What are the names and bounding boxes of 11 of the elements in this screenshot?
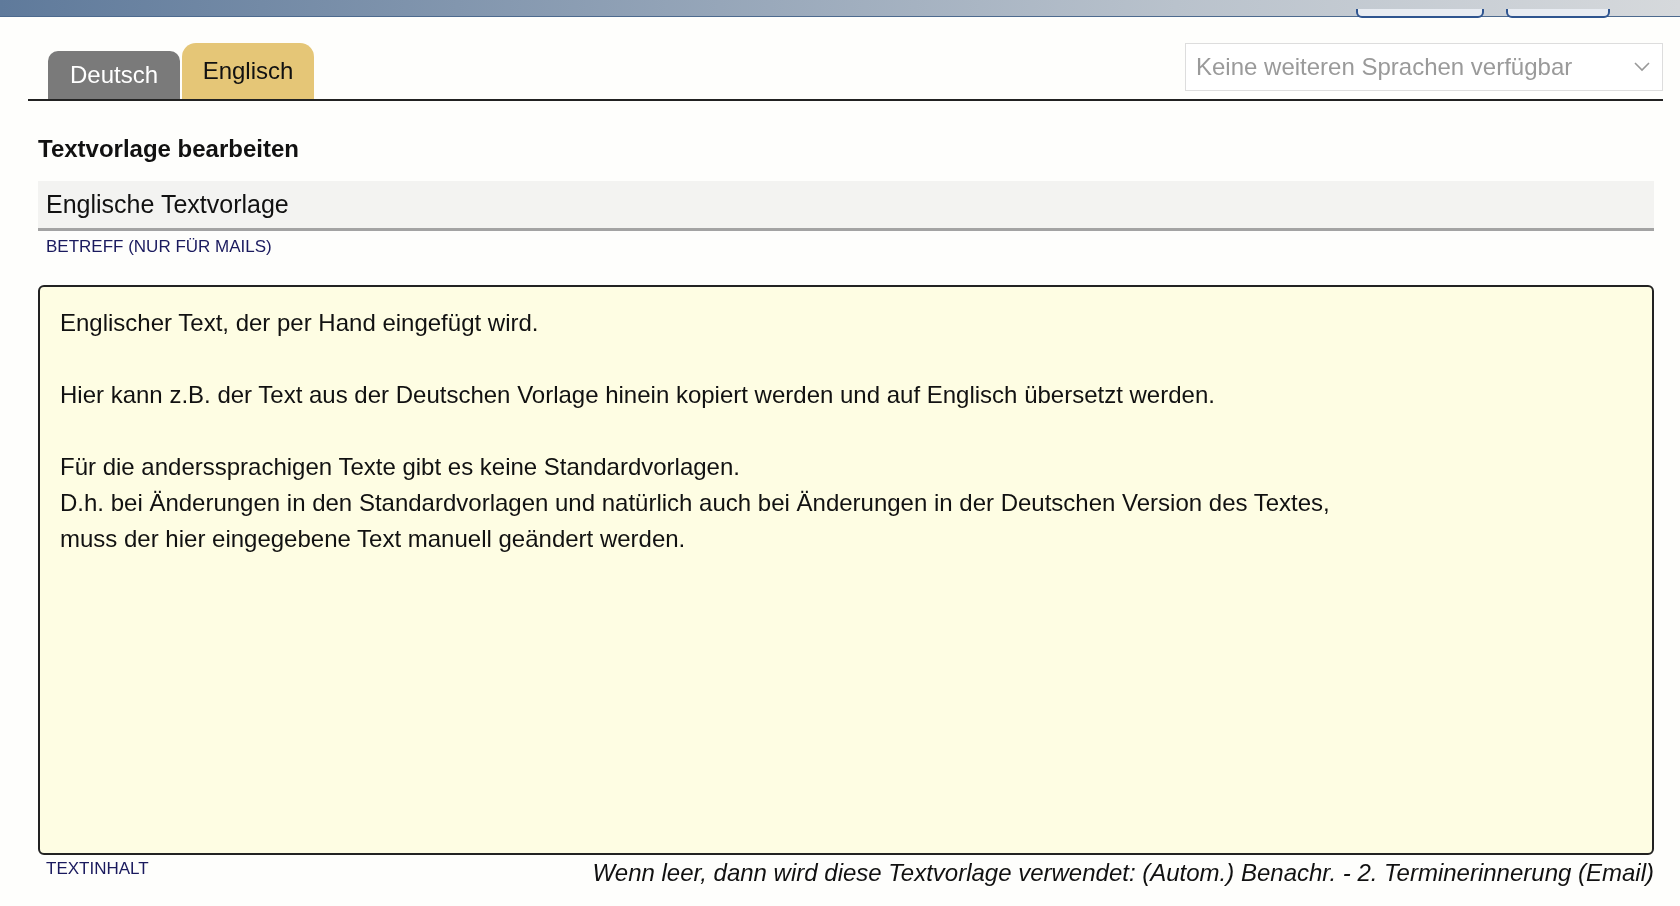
language-tab[interactable]: Englisch [182,43,314,99]
toolbar-button[interactable] [1356,9,1484,18]
toolbar-button[interactable] [1506,9,1610,18]
chevron-down-icon [1634,62,1650,72]
fallback-hint: Wenn leer, dann wird diese Textvorlage verwendet: (Autom.) Benachr. - 2. Terminerinnerung (Email) [592,859,1654,887]
subject-field[interactable]: Englische Textvorlage [38,181,1654,231]
language-tab[interactable]: Deutsch [48,51,180,99]
section-heading: Textvorlage bearbeiten [38,135,300,164]
text-content-field[interactable]: Englischer Text, der per Hand eingefügt wird. Hier kann z.B. der Text aus der Deutschen Vorlage hinein kopiert werden und auf Englisch übersetzt werden. Für die anderssprachigen Texte gibt es keine Standardvorlagen. D.h. bei Änderungen in den Standardvorlagen und natürlich auch bei Änderungen in der Deutschen Version des Textes, muss der hier eingegebene Text manuell geändert werden. [38,285,1654,855]
field-label: BETREFF (NUR FÜR MAILS) [45,237,272,257]
field-label: TEXTINHALT [45,859,149,879]
